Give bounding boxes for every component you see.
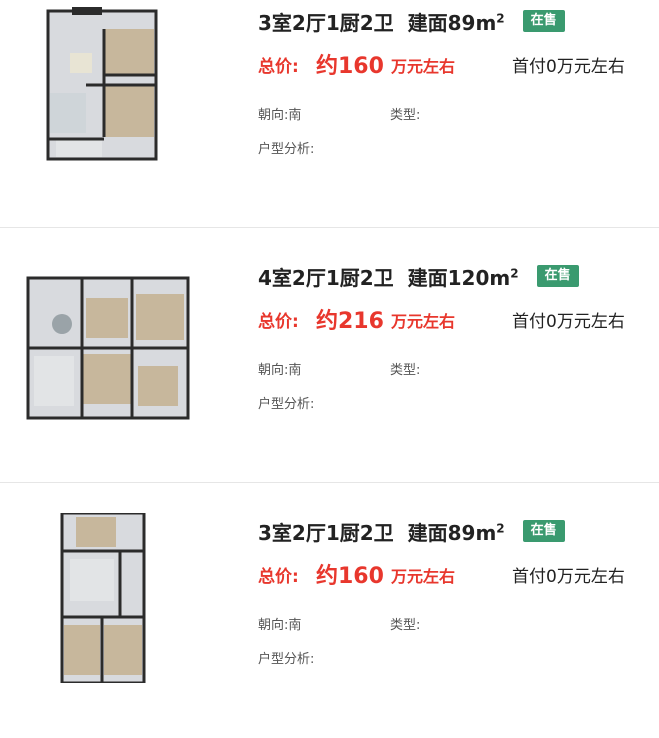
floorplan-card[interactable]: 4室2厅1厨2卫 建面120m2 在售 总价: 约216 万元左右 首付0万元左… [0, 228, 659, 483]
down-payment: 首付0万元左右 [512, 567, 625, 587]
down-payment: 首付0万元左右 [512, 57, 625, 77]
price-unit: 万元左右 [391, 312, 456, 331]
orientation: 朝向:南 [258, 618, 302, 633]
floorplan-image[interactable] [12, 513, 244, 683]
layout-label: 3室2厅1厨2卫 [258, 10, 394, 35]
orientation: 朝向:南 [258, 108, 302, 123]
status-badge: 在售 [522, 10, 565, 32]
analysis-label: 户型分析: [258, 397, 315, 412]
title-row: 3室2厅1厨2卫 建面89m2 在售 [258, 515, 565, 547]
price-value: 约160 [316, 54, 384, 79]
layout-label: 3室2厅1厨2卫 [258, 520, 394, 545]
status-badge: 在售 [522, 520, 565, 542]
floorplan-list: 3室2厅1厨2卫 建面89m2 在售 总价: 约160 万元左右 首付0万元左右… [0, 0, 659, 738]
price-row: 总价: 约216 万元左右 首付0万元左右 [258, 304, 653, 334]
layout-label: 4室2厅1厨2卫 [258, 265, 394, 290]
floorplan-card[interactable]: 3室2厅1厨2卫 建面89m2 在售 总价: 约160 万元左右 首付0万元左右… [0, 0, 659, 228]
area-label: 建面120m [407, 265, 511, 290]
price-value: 约160 [316, 564, 384, 589]
floorplan-image[interactable] [12, 258, 244, 428]
price-row: 总价: 约160 万元左右 首付0万元左右 [258, 49, 653, 79]
price-unit: 万元左右 [391, 567, 456, 586]
orientation: 朝向:南 [258, 363, 302, 378]
listing-title[interactable]: 3室2厅1厨2卫 建面89m2 [258, 7, 505, 36]
price-label: 总价: [258, 57, 299, 77]
listing-title[interactable]: 4室2厅1厨2卫 建面120m2 [258, 262, 519, 291]
title-row: 4室2厅1厨2卫 建面120m2 在售 [258, 260, 579, 292]
area-sup: 2 [496, 10, 505, 25]
analysis-label: 户型分析: [258, 652, 315, 667]
price-label: 总价: [258, 567, 299, 587]
type-label: 类型: [390, 108, 421, 123]
floorplan-image[interactable] [12, 3, 244, 173]
floorplan-card[interactable]: 3室2厅1厨2卫 建面89m2 在售 总价: 约160 万元左右 首付0万元左右… [0, 483, 659, 738]
area-sup: 2 [510, 265, 519, 280]
status-badge: 在售 [536, 265, 579, 287]
type-label: 类型: [390, 363, 421, 378]
analysis-label: 户型分析: [258, 142, 315, 157]
price-unit: 万元左右 [391, 57, 456, 76]
title-row: 3室2厅1厨2卫 建面89m2 在售 [258, 5, 565, 37]
down-payment: 首付0万元左右 [512, 312, 625, 332]
area-label: 建面89m [407, 10, 497, 35]
type-label: 类型: [390, 618, 421, 633]
area-label: 建面89m [407, 520, 497, 545]
area-sup: 2 [496, 520, 505, 535]
price-row: 总价: 约160 万元左右 首付0万元左右 [258, 559, 653, 589]
listing-title[interactable]: 3室2厅1厨2卫 建面89m2 [258, 517, 505, 546]
price-label: 总价: [258, 312, 299, 332]
price-value: 约216 [316, 309, 384, 334]
